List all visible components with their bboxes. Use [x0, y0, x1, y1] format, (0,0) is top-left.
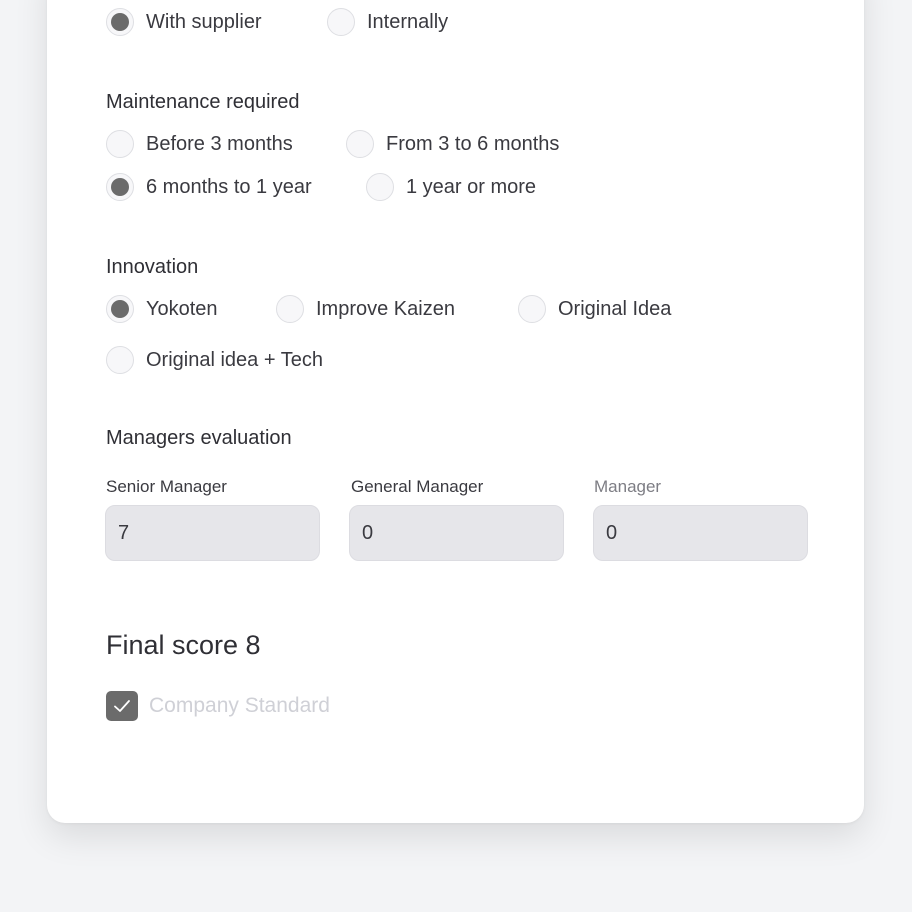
final-score: Final score 8	[106, 630, 261, 660]
radio-unselected-icon	[106, 130, 134, 158]
radio-unselected-icon	[327, 8, 355, 36]
radio-label: From 3 to 6 months	[386, 132, 560, 155]
senior-manager-input[interactable]	[105, 505, 320, 561]
checkmark-icon	[106, 691, 138, 721]
radio-label: Improve Kaizen	[316, 297, 455, 320]
radio-selected-icon	[106, 173, 134, 201]
maintenance-title: Maintenance required	[106, 91, 300, 113]
radio-before-3-months[interactable]: Before 3 months	[106, 129, 293, 159]
innovation-title: Innovation	[106, 256, 199, 278]
radio-label: Original Idea	[558, 297, 672, 320]
radio-label: With supplier	[146, 10, 262, 33]
radio-unselected-icon	[276, 295, 304, 323]
manager-input[interactable]	[593, 505, 808, 561]
radio-label: 6 months to 1 year	[146, 175, 312, 198]
radio-unselected-icon	[518, 295, 546, 323]
radio-unselected-icon	[346, 130, 374, 158]
radio-label: Yokoten	[146, 297, 218, 320]
radio-internally[interactable]: Internally	[327, 7, 448, 37]
radio-label: Original idea + Tech	[146, 348, 323, 371]
evaluation-card: With supplier Internally Maintenance req…	[47, 0, 864, 823]
general-manager-label: General Manager	[351, 477, 484, 496]
radio-6-months-to-1-year[interactable]: 6 months to 1 year	[106, 172, 312, 202]
company-standard-label: Company Standard	[149, 694, 330, 717]
radio-1-year-or-more[interactable]: 1 year or more	[366, 172, 536, 202]
radio-label: 1 year or more	[406, 175, 537, 198]
radio-yokoten[interactable]: Yokoten	[106, 294, 218, 324]
senior-manager-label: Senior Manager	[106, 477, 227, 496]
manager-label: Manager	[594, 477, 662, 496]
radio-unselected-icon	[366, 173, 394, 201]
radio-unselected-icon	[106, 346, 134, 374]
radio-improve-kaizen[interactable]: Improve Kaizen	[276, 294, 455, 324]
radio-with-supplier[interactable]: With supplier	[106, 7, 262, 37]
radio-label: Internally	[367, 10, 449, 33]
general-manager-input[interactable]	[349, 505, 564, 561]
managers-evaluation-title: Managers evaluation	[106, 427, 292, 449]
radio-3-to-6-months[interactable]: From 3 to 6 months	[346, 129, 559, 159]
radio-original-idea-tech[interactable]: Original idea + Tech	[106, 345, 323, 375]
radio-label: Before 3 months	[146, 132, 293, 155]
radio-original-idea[interactable]: Original Idea	[518, 294, 671, 324]
radio-selected-icon	[106, 295, 134, 323]
company-standard-checkbox[interactable]: Company Standard	[106, 690, 330, 722]
radio-selected-icon	[106, 8, 134, 36]
